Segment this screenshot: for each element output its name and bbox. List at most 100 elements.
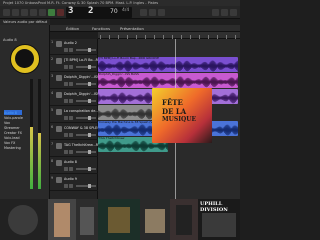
region-row5[interactable] <box>98 105 154 120</box>
mute-button[interactable] <box>64 167 68 171</box>
photo-thumb-1 <box>0 199 48 240</box>
patch-browser: Audio 8 Voix-parole Vox Streamer Creator FX V… <box>4 111 26 151</box>
track-name[interactable]: Dolphih_Diggin'...ISS BASS 1D-90b <box>64 92 98 96</box>
solo-button[interactable] <box>69 48 73 52</box>
volume-fader[interactable] <box>76 99 96 103</box>
photo-thumb-2 <box>48 199 76 240</box>
tuner-button[interactable] <box>149 9 156 16</box>
menu-edition[interactable]: Édition <box>66 25 79 32</box>
stop-button[interactable] <box>39 9 46 16</box>
fete-de-la-musique-poster: FÊTE DE LA MUSIQUE <box>152 88 212 143</box>
track-header-row[interactable]: 9 Audio 9 <box>50 175 98 191</box>
artwork-logo <box>10 44 40 74</box>
waveform-icon <box>56 126 62 132</box>
track-header-row[interactable]: 8 Audio 8 <box>50 158 98 174</box>
track-name[interactable]: Audio 8 <box>64 160 98 164</box>
volume-fader[interactable] <box>76 133 96 137</box>
track-number: 8 <box>51 159 54 163</box>
inspector-button[interactable] <box>12 9 19 16</box>
library-button[interactable] <box>3 9 10 16</box>
volume-fader[interactable] <box>76 184 96 188</box>
track-header-row[interactable]: 5 La conspiration de...PLST en français <box>50 107 98 123</box>
waveform-icon <box>56 160 62 166</box>
track-number: 9 <box>51 176 54 180</box>
track-name[interactable]: CONWAY & 38 SPLESH <box>64 126 98 130</box>
track-name[interactable]: TAG TheItchKrew...Records 4/8-4/8b <box>64 143 98 147</box>
record-button[interactable] <box>57 9 64 16</box>
solo-button[interactable] <box>69 133 73 137</box>
track-header-row[interactable]: 6 CONWAY & 38 SPLESH <box>50 124 98 140</box>
level-meter-left <box>30 79 33 189</box>
mute-button[interactable] <box>64 65 68 69</box>
beat-counter: 2 <box>88 6 94 16</box>
mute-button[interactable] <box>64 150 68 154</box>
menu-presentation[interactable]: Présentation <box>120 25 144 32</box>
track-header-row[interactable]: 7 TAG TheItchKrew...Records 4/8-4/8b <box>50 141 98 157</box>
track-header-row[interactable]: 4 Dolphih_Diggin'...ISS BASS 1D-90b <box>50 90 98 106</box>
waveform-icon <box>56 109 62 115</box>
solo-button[interactable] <box>69 82 73 86</box>
list-editors-button[interactable] <box>221 9 228 16</box>
volume-fader[interactable] <box>76 116 96 120</box>
solo-button[interactable] <box>69 116 73 120</box>
editors-button[interactable] <box>212 9 219 16</box>
photo-thumb-4 <box>98 199 140 240</box>
solo-button[interactable] <box>69 167 73 171</box>
track-number: 2 <box>51 57 54 61</box>
mute-button[interactable] <box>64 48 68 52</box>
timeline-ruler[interactable] <box>98 32 240 39</box>
track-name[interactable]: Audio 9 <box>64 177 98 181</box>
track-name[interactable]: La conspiration de...PLST en français <box>64 109 98 113</box>
track-name[interactable]: Dolphih_Diggin'...ISS BASS 1D-90b <box>64 75 98 79</box>
track-header-row[interactable]: 2 [TI BPM] Lo-Fi Bo...RDR GROOVE 8% <box>50 56 98 72</box>
volume-fader[interactable] <box>76 82 96 86</box>
track-header-row[interactable]: 3 Dolphih_Diggin'...ISS BASS 1D-90b <box>50 73 98 89</box>
track-number: 6 <box>51 125 54 129</box>
waveform <box>98 60 238 72</box>
volume-fader[interactable] <box>76 65 96 69</box>
rewind-button[interactable] <box>21 9 28 16</box>
photo-thumb-3 <box>76 199 98 240</box>
waveform <box>98 108 154 120</box>
inspector-panel: Valeurs audio par défaut Audio 8 Audio 8… <box>0 19 50 199</box>
cycle-button[interactable] <box>140 9 147 16</box>
metronome-button[interactable] <box>158 9 165 16</box>
track-headers: 1 Audio 2 2 [TI BPM] Lo-Fi Bo...RDR GROOVE … <box>50 39 98 199</box>
track-number: 3 <box>51 74 54 78</box>
mute-button[interactable] <box>64 99 68 103</box>
play-button[interactable] <box>48 9 55 16</box>
region-header[interactable]: Valeurs audio par défaut <box>0 19 50 25</box>
volume-fader[interactable] <box>76 167 96 171</box>
mute-button[interactable] <box>64 116 68 120</box>
region-row2[interactable]: [TI BPM] Lo-Fi Boom Bap...RDR GROOVE <box>98 57 238 72</box>
menu-fonctions[interactable]: Fonctions <box>92 25 110 32</box>
bar-counter: 3 <box>68 6 74 16</box>
track-header-row[interactable]: 1 Audio 2 <box>50 39 98 55</box>
track-name[interactable]: Audio 2 <box>64 41 98 45</box>
mute-button[interactable] <box>64 184 68 188</box>
forward-button[interactable] <box>30 9 37 16</box>
track-number: 4 <box>51 91 54 95</box>
tracks-menubar: Édition Fonctions Présentation <box>50 25 240 32</box>
tempo-display[interactable]: 70 <box>110 8 118 15</box>
solo-button[interactable] <box>69 184 73 188</box>
solo-button[interactable] <box>69 99 73 103</box>
patch-item[interactable]: Mastering <box>4 146 26 151</box>
photo-thumb-5 <box>140 199 170 240</box>
image-gallery: UPHILL DIVISION <box>0 199 240 240</box>
volume-fader[interactable] <box>76 48 96 52</box>
region-row3[interactable]: Dolphih_Diggin'...ISS BASS <box>98 73 238 88</box>
time-signature[interactable]: 4/4 <box>122 8 129 13</box>
waveform <box>98 76 238 88</box>
solo-button[interactable] <box>69 150 73 154</box>
browser-button[interactable] <box>230 9 237 16</box>
track-number: 5 <box>51 108 54 112</box>
track-header-label[interactable]: Audio 8 <box>0 37 50 43</box>
lcd-display: 3 2 70 4/4 <box>66 6 132 18</box>
mute-button[interactable] <box>64 82 68 86</box>
mute-button[interactable] <box>64 133 68 137</box>
waveform-icon <box>56 75 62 81</box>
solo-button[interactable] <box>69 65 73 69</box>
track-name[interactable]: [TI BPM] Lo-Fi Bo...RDR GROOVE 8% <box>64 58 98 62</box>
volume-fader[interactable] <box>76 150 96 154</box>
